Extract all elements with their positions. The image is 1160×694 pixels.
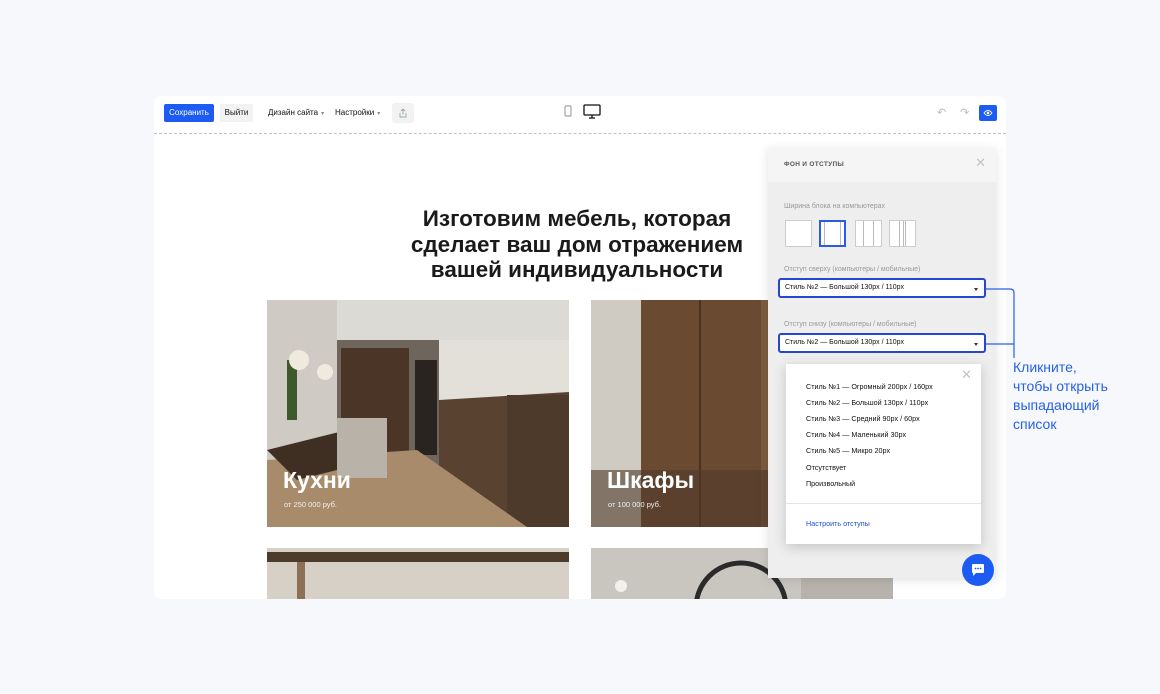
annotation-line: Кликните, xyxy=(1013,359,1077,375)
close-icon[interactable]: ✕ xyxy=(961,368,972,381)
chevron-down-icon: ▾ xyxy=(321,111,325,117)
chat-button[interactable] xyxy=(962,554,994,586)
headline-line: сделает ваш дом отражением xyxy=(410,231,744,257)
width-option-full[interactable] xyxy=(785,220,812,247)
width-option-narrow[interactable] xyxy=(889,220,916,247)
phone-icon xyxy=(564,105,572,117)
width-option-medium[interactable] xyxy=(855,220,882,247)
card-kitchens[interactable]: Кухни от 250 000 руб. xyxy=(267,300,569,527)
top-padding-select[interactable]: Стиль №2 — Большой 130px / 110px xyxy=(778,278,986,298)
card-title: Шкафы xyxy=(607,467,695,493)
bottom-padding-value: Стиль №2 — Большой 130px / 110px xyxy=(785,339,905,346)
bottom-padding-label: Отступ снизу (компьютеры / мобильные) xyxy=(784,321,917,328)
chevron-down-icon: ▾ xyxy=(377,111,381,117)
panel-title: ФОН И ОТСТУПЫ xyxy=(784,161,845,168)
redo-icon[interactable]: ↷ xyxy=(960,106,969,119)
dropdown-option[interactable]: Произвольный xyxy=(806,479,855,488)
top-padding-value: Стиль №2 — Большой 130px / 110px xyxy=(785,284,905,291)
card-price: от 100 000 руб. xyxy=(608,500,662,509)
publish-button[interactable] xyxy=(392,103,414,123)
dropdown-divider xyxy=(786,503,981,504)
padding-dropdown-menu: ✕ Стиль №1 — Огромный 200px / 160px Стил… xyxy=(786,364,981,544)
share-icon xyxy=(399,108,407,118)
settings-menu[interactable]: Настройки ▾ xyxy=(335,108,380,117)
panel-header: ФОН И ОТСТУПЫ ✕ xyxy=(768,148,996,182)
top-padding-label: Отступ сверху (компьютеры / мобильные) xyxy=(784,266,921,273)
save-button[interactable]: Сохранить xyxy=(164,104,214,122)
dropdown-arrow-icon xyxy=(974,288,978,291)
undo-icon[interactable]: ↶ xyxy=(937,106,946,119)
dropdown-option[interactable]: Стиль №2 — Большой 130px / 110px xyxy=(806,398,928,407)
mobile-view-button[interactable] xyxy=(564,105,572,117)
annotation-line: выпадающий xyxy=(1013,397,1100,413)
card-image xyxy=(267,548,569,599)
close-icon[interactable]: ✕ xyxy=(975,156,986,169)
editor-toolbar: Сохранить Выйти Дизайн сайта ▾ Настройки ▾… xyxy=(154,96,1006,134)
annotation-line: список xyxy=(1013,416,1057,432)
exit-button[interactable]: Выйти xyxy=(220,104,253,122)
dropdown-option[interactable]: Отсутствует xyxy=(806,463,846,472)
chat-icon xyxy=(972,564,984,576)
eye-icon xyxy=(983,110,993,116)
dropdown-option[interactable]: Стиль №3 — Средний 90px / 60px xyxy=(806,414,920,423)
design-menu-label: Дизайн сайта xyxy=(268,108,319,117)
configure-padding-link[interactable]: Настроить отступы xyxy=(806,519,870,528)
dropdown-option[interactable]: Стиль №4 — Маленький 30px xyxy=(806,430,906,439)
width-option-wide[interactable] xyxy=(819,220,846,247)
preview-button[interactable] xyxy=(979,105,997,121)
annotation-bracket xyxy=(986,288,1015,358)
headline-line: Изготовим мебель, которая xyxy=(422,206,732,231)
desktop-view-button[interactable] xyxy=(583,104,601,120)
dropdown-option[interactable]: Стиль №5 — Микро 20px xyxy=(806,446,890,455)
dropdown-option[interactable]: Стиль №1 — Огромный 200px / 160px xyxy=(806,382,933,391)
card-lower-left[interactable] xyxy=(267,548,569,599)
bottom-padding-select[interactable]: Стиль №2 — Большой 130px / 110px xyxy=(778,333,986,353)
desktop-icon xyxy=(583,104,601,119)
card-price: от 250 000 руб. xyxy=(284,500,338,509)
card-title: Кухни xyxy=(283,467,351,493)
annotation-text: Кликните, чтобы открыть выпадающий списо… xyxy=(1013,358,1143,434)
settings-menu-label: Настройки xyxy=(335,108,375,117)
page-headline: Изготовим мебель, которая сделает ваш до… xyxy=(380,206,774,283)
block-width-label: Ширина блока на компьютерах xyxy=(784,203,886,210)
dropdown-arrow-icon xyxy=(974,343,978,346)
annotation-line: чтобы открыть xyxy=(1013,378,1108,394)
design-menu[interactable]: Дизайн сайта ▾ xyxy=(268,108,324,117)
headline-line: вашей индивидуальности xyxy=(430,257,724,282)
